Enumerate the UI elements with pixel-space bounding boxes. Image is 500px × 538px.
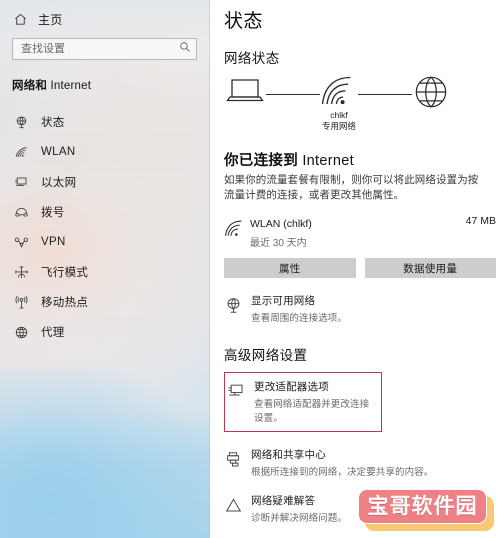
sidebar-item-ethernet[interactable]: 以太网 [0,167,209,197]
wlan-name: WLAN (chlkf) [250,218,312,231]
sidebar-group-title: 网络和 Internet [12,80,92,92]
option-title: 更改适配器选项 [254,381,329,394]
watermark-plate: 宝哥软件园 [358,489,487,524]
dialup-phone-icon [13,204,30,221]
option-subtitle: 查看周围的连接选项。 [251,313,348,325]
home-nav-item[interactable]: 主页 [0,0,209,30]
home-nav-label: 主页 [38,13,63,27]
sidebar-item-mobile-hotspot[interactable]: 移动热点 [0,287,209,317]
sidebar-item-label: 状态 [41,117,65,129]
diagram-caption: chlkf 专用网络 [322,110,356,131]
page-title: 状态 [224,11,264,32]
sidebar-item-airplane-mode[interactable]: 飞行模式 [0,257,209,287]
vpn-icon [13,234,30,251]
sidebar-item-dialup[interactable]: 拨号 [0,197,209,227]
globe-icon [412,74,450,115]
change-adapter-options-row[interactable]: 更改适配器选项 查看网络适配器并更改连接设置。 [227,379,377,424]
sidebar-item-label: 以太网 [41,177,77,189]
sidebar-item-status[interactable]: 状态 [0,107,209,137]
sidebar-item-proxy[interactable]: 代理 [0,317,209,347]
sidebar-item-wlan[interactable]: WLAN [0,137,209,167]
settings-window: 主页 网络和 Internet [0,0,500,538]
home-icon [12,11,29,28]
wlan-usage-row[interactable]: WLAN (chlkf) 最近 30 天内 47 MB [224,214,496,249]
wlan-period: 最近 30 天内 [250,238,307,250]
connected-description: 如果你的流量套餐有限制，则你可以将此网络设置为按流量计费的连接，或者更改其他属性… [224,174,479,202]
wlan-action-buttons: 属性 数据使用量 [224,258,496,279]
diagram-wifi-node: chlkf 专用网络 [320,74,358,131]
available-networks-icon [224,293,251,320]
sidebar-item-vpn[interactable]: VPN [0,227,209,257]
warning-triangle-icon [224,493,251,520]
connection-line [358,94,412,95]
airplane-icon [13,264,30,281]
diagram-network-type: 专用网络 [321,120,357,131]
show-available-networks-row[interactable]: 显示可用网络 查看周围的连接选项。 [224,293,496,324]
sidebar-item-label: 飞行模式 [41,267,89,279]
ethernet-icon [13,174,30,191]
network-status-heading: 网络状态 [224,51,280,66]
sidebar-item-label: 代理 [41,327,65,339]
option-subtitle: 根据所连接到的网络，决定要共享的内容。 [251,467,434,479]
status-globe-icon [13,114,30,131]
option-subtitle: 诊断并解决网络问题。 [251,513,348,525]
sharing-center-icon [224,447,251,474]
diagram-network-name: chlkf [330,110,348,120]
laptop-icon [224,74,266,113]
properties-button[interactable]: 属性 [224,258,356,279]
settings-sidebar: 主页 网络和 Internet [0,0,210,538]
sidebar-item-label: 移动热点 [41,297,89,309]
option-title: 网络和共享中心 [251,449,326,462]
hotspot-icon [13,294,30,311]
wifi-icon [13,144,30,161]
advanced-settings-heading: 高级网络设置 [224,348,308,364]
connection-line [266,94,320,95]
option-subtitle: 查看网络适配器并更改连接设置。 [254,399,370,425]
search-icon[interactable] [179,40,191,58]
change-adapter-highlight: 更改适配器选项 查看网络适配器并更改连接设置。 [224,372,382,433]
proxy-globe-icon [13,324,30,341]
connected-title: 你已连接到 Internet [224,153,354,169]
option-title: 显示可用网络 [251,295,316,308]
sidebar-item-label: 拨号 [41,207,65,219]
sidebar-item-label: VPN [41,236,66,248]
wifi-icon [224,214,250,243]
watermark-text: 宝哥软件园 [367,494,478,518]
sidebar-item-label: WLAN [41,146,76,158]
watermark: 宝哥软件园 [358,489,494,531]
wlan-data-usage: 47 MB [465,215,496,228]
adapter-monitor-icon [227,379,254,406]
search-input[interactable] [21,40,179,58]
network-sharing-center-row[interactable]: 网络和共享中心 根据所连接到的网络，决定要共享的内容。 [224,447,496,478]
settings-main-pane: 状态 网络状态 chlkf 专用网络 你已连接到 Internet 如果你的流量… [210,0,500,538]
search-box[interactable] [12,38,197,60]
network-status-diagram: chlkf 专用网络 [224,74,500,132]
sidebar-nav-list: 状态 WLAN 以太网 拨号 VPN 飞行模式 移动热点 代理 [0,107,209,347]
data-usage-button[interactable]: 数据使用量 [364,258,496,279]
option-title: 网络疑难解答 [251,495,316,508]
